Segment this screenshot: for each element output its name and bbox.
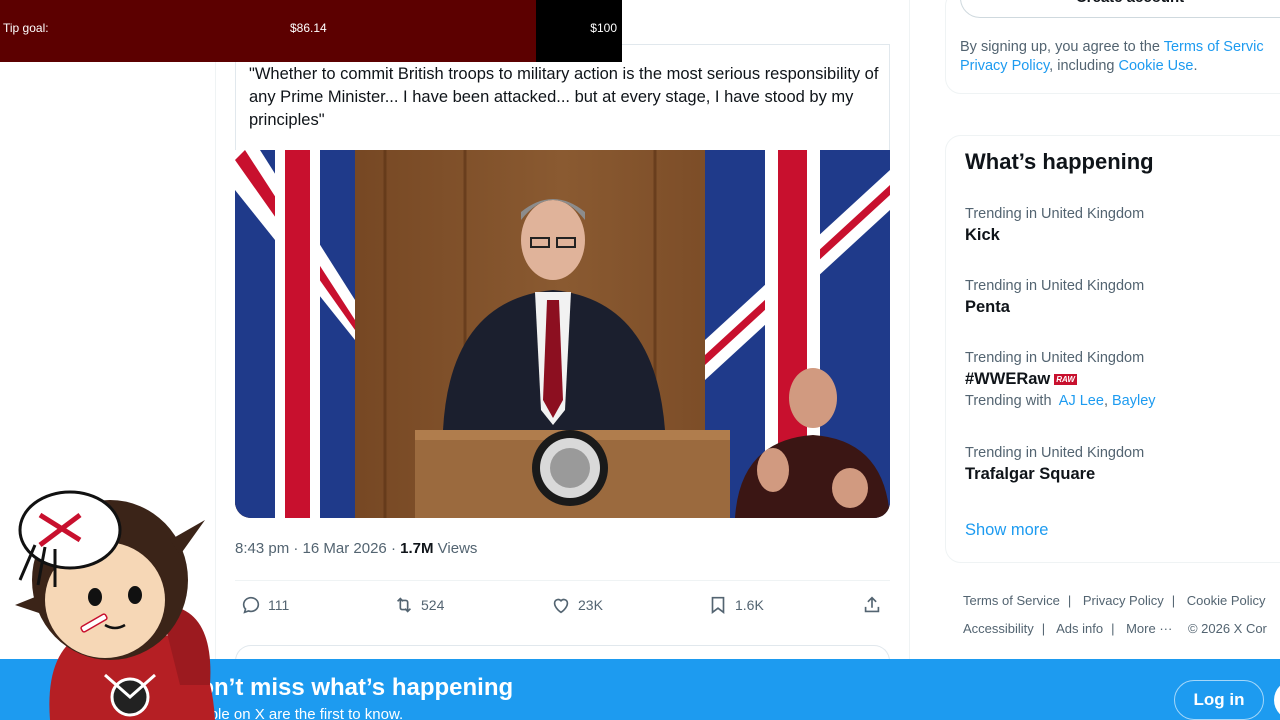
footer-separator: |	[1067, 593, 1072, 608]
post-time[interactable]: 8:43 pm	[235, 540, 289, 557]
show-more-link[interactable]: Show more	[965, 521, 1048, 540]
press-conference-image	[235, 150, 890, 518]
post-video[interactable]	[235, 150, 890, 518]
meta-separator: ·	[293, 540, 303, 557]
trend-name: Kick	[965, 226, 1000, 244]
column-divider-right	[909, 0, 910, 660]
legal-suffix: .	[1193, 58, 1198, 74]
footer-more-link[interactable]: More ···	[1126, 621, 1172, 636]
reply-button[interactable]: 111	[240, 594, 289, 616]
trend-item[interactable]: Trending in United Kingdom #WWERaw RAW T…	[965, 349, 1156, 411]
footer-copyright: © 2026 X Cor	[1187, 621, 1267, 636]
reply-icon	[242, 596, 260, 614]
heart-icon	[553, 598, 569, 614]
trend-context: Trending in United Kingdom	[965, 206, 1145, 222]
tip-goal-bar: Tip goal: $86.14 $100	[0, 0, 622, 62]
footer-cookie-link[interactable]: Cookie Policy	[1187, 593, 1266, 608]
meta-separator: ·	[390, 540, 401, 557]
footer-links: Terms of Service | Privacy Policy | Cookie…	[963, 587, 1280, 643]
login-button[interactable]: Log in	[1174, 680, 1264, 720]
trend-context: Trending in United Kingdom	[965, 350, 1145, 366]
post-metadata: 8:43 pm · 16 Mar 2026 · 1.7M Views	[235, 540, 477, 557]
footer-separator: |	[1111, 621, 1115, 636]
footer-separator: |	[1041, 621, 1046, 636]
trend-name: Penta	[965, 298, 1010, 316]
quoted-post-text: "Whether to commit British troops to mil…	[249, 65, 879, 129]
views-label: Views	[437, 540, 478, 557]
views-count: 1.7M	[400, 540, 434, 557]
tip-goal-current: $86.14	[290, 21, 327, 35]
footer-accessibility-link[interactable]: Accessibility	[963, 621, 1034, 636]
repost-count: 524	[421, 597, 445, 613]
bookmark-button[interactable]: 1.6K	[707, 594, 764, 616]
legal-middle: , including	[1049, 58, 1119, 74]
create-account-button[interactable]: Create account	[960, 0, 1280, 18]
action-divider	[235, 580, 890, 581]
trending-with: Trending with AJ Lee, Bayley	[965, 393, 1156, 409]
reply-count: 111	[268, 597, 290, 613]
privacy-link[interactable]: Privacy Policy	[960, 58, 1049, 74]
terms-link[interactable]: Terms of Servic	[1164, 39, 1264, 55]
repost-button[interactable]: 524	[393, 594, 444, 616]
footer-terms-link[interactable]: Terms of Service	[963, 593, 1060, 608]
page: Tip goal: $86.14 $100 "Whether to commit…	[0, 0, 1280, 720]
trending-with-label: Trending with	[965, 393, 1052, 409]
trend-item[interactable]: Trending in United Kingdom Trafalgar Squ…	[965, 444, 1144, 486]
legal-prefix: By signing up, you agree to the	[960, 39, 1164, 55]
like-count: 23K	[578, 597, 603, 613]
trend-item[interactable]: Trending in United Kingdom Kick	[965, 205, 1144, 247]
trend-item[interactable]: Trending in United Kingdom Penta	[965, 277, 1144, 319]
tip-goal-label: Tip goal:	[3, 21, 49, 35]
post-date[interactable]: 16 Mar 2026	[303, 540, 387, 557]
footer-separator: |	[1171, 593, 1176, 608]
repost-icon	[396, 597, 412, 613]
wwe-raw-badge-icon: RAW	[1054, 373, 1077, 385]
tip-goal-progress-fill	[0, 0, 536, 62]
trend-context: Trending in United Kingdom	[965, 445, 1145, 461]
trend-name: Trafalgar Square	[965, 465, 1096, 483]
bookmark-count: 1.6K	[735, 597, 764, 613]
streamer-mascot-image	[15, 490, 215, 720]
share-button[interactable]	[861, 594, 883, 616]
trend-context: Trending in United Kingdom	[965, 278, 1145, 294]
whats-happening-title: What’s happening	[965, 149, 1154, 174]
banner-title: Don’t miss what’s happening	[182, 674, 514, 701]
cookie-use-link[interactable]: Cookie Use	[1119, 58, 1194, 74]
trend-name: #WWERaw	[965, 370, 1051, 388]
share-icon	[864, 596, 880, 613]
post-actions: 111 524 23K 1.6K	[235, 594, 890, 622]
bookmark-icon	[711, 596, 725, 614]
like-button[interactable]: 23K	[550, 594, 603, 616]
footer-privacy-link[interactable]: Privacy Policy	[1083, 593, 1164, 608]
trending-with-link[interactable]: AJ Lee	[1059, 393, 1104, 409]
trending-with-link[interactable]: Bayley	[1112, 393, 1156, 409]
tip-goal-target: $100	[590, 21, 617, 35]
signup-legal-text: By signing up, you agree to the Terms of…	[960, 38, 1280, 76]
footer-ads-link[interactable]: Ads info	[1056, 621, 1103, 636]
trend-name-row: #WWERaw RAW	[965, 367, 1156, 391]
